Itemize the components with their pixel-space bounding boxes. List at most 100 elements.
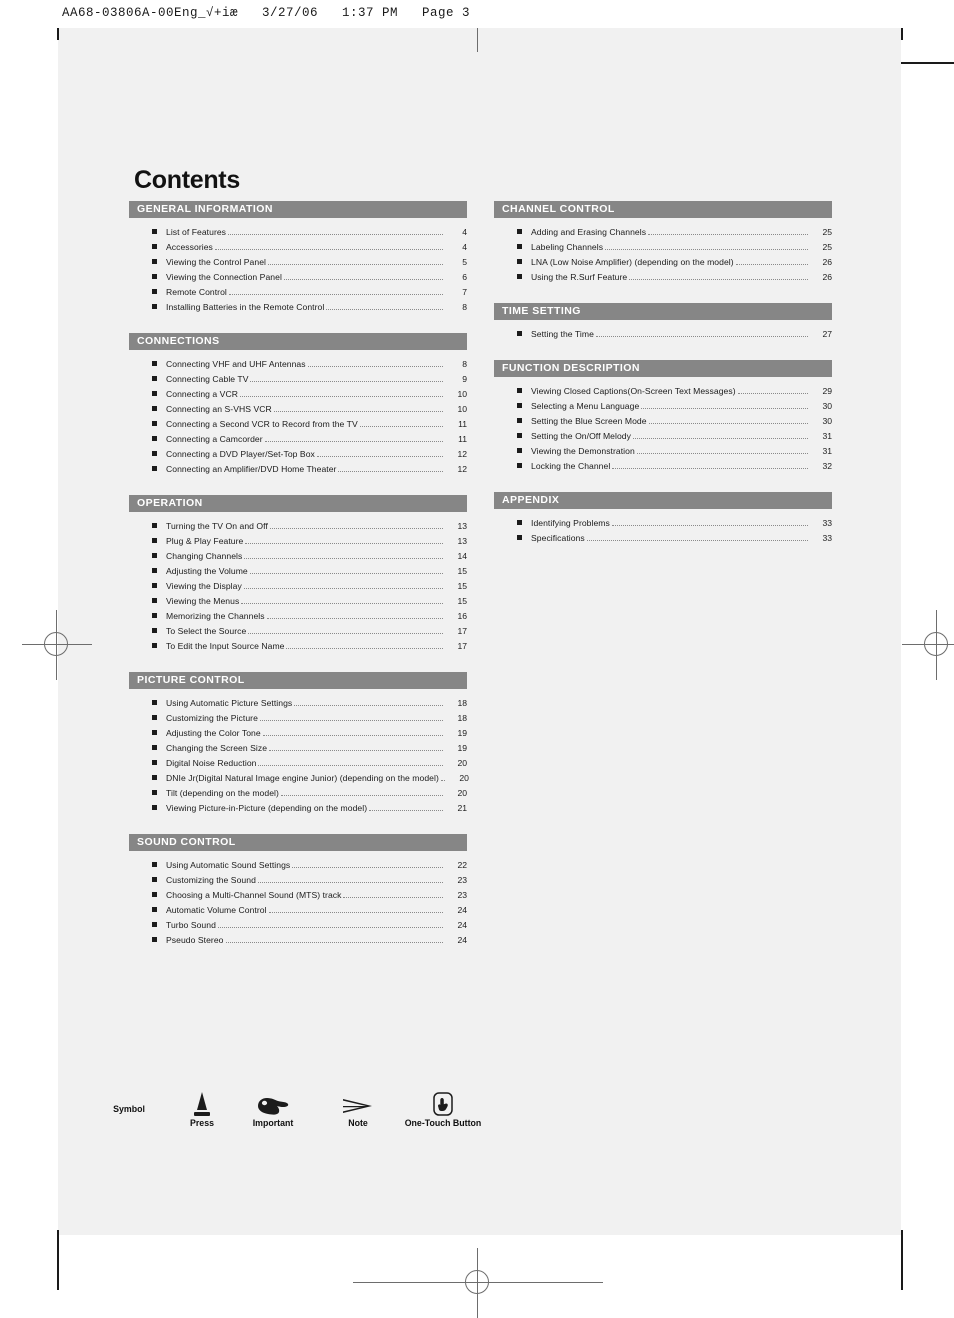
square-bullet-icon xyxy=(152,229,157,234)
toc-entry-label: Connecting a DVD Player/Set-Top Box xyxy=(166,449,315,459)
toc-entry-page-number: 6 xyxy=(462,272,467,282)
toc-entry[interactable]: Connecting a Second VCR to Record from t… xyxy=(129,419,467,434)
toc-entry[interactable]: Specifications 33 xyxy=(494,533,832,548)
toc-entry-page-number: 23 xyxy=(457,890,467,900)
toc-entry[interactable]: List of Features 4 xyxy=(129,227,467,242)
toc-entry-label: Using Automatic Sound Settings xyxy=(166,860,291,870)
toc-entry-label: Adjusting the Volume xyxy=(166,566,248,576)
toc-entry[interactable]: Setting the On/Off Melody 31 xyxy=(494,431,832,446)
dot-leader xyxy=(269,749,443,751)
toc-entry[interactable]: To Edit the Input Source Name 17 xyxy=(129,641,467,656)
toc-entry[interactable]: LNA (Low Noise Amplifier) (depending on … xyxy=(494,257,832,272)
toc-entry-page-number: 4 xyxy=(462,227,467,237)
toc-entry[interactable]: Viewing the Control Panel 5 xyxy=(129,257,467,272)
toc-entry[interactable]: Viewing Picture-in-Picture (depending on… xyxy=(129,803,467,818)
toc-entry[interactable]: Connecting an S-VHS VCR 10 xyxy=(129,404,467,419)
toc-entry[interactable]: Turbo Sound 24 xyxy=(129,920,467,935)
toc-entry[interactable]: Setting the Time 27 xyxy=(494,329,832,344)
toc-entry[interactable]: Accessories 4 xyxy=(129,242,467,257)
toc-entry-page-number: 19 xyxy=(457,728,467,738)
toc-entry[interactable]: Customizing the Sound 23 xyxy=(129,875,467,890)
square-bullet-icon xyxy=(517,418,522,423)
toc-entry[interactable]: Connecting a VCR 10 xyxy=(129,389,467,404)
print-header-strip: AA68-03806A-00Eng_√+iæ 3/27/06 1:37 PM P… xyxy=(0,0,954,28)
toc-entry[interactable]: Choosing a Multi-Channel Sound (MTS) tra… xyxy=(129,890,467,905)
toc-entry[interactable]: Viewing the Menus 15 xyxy=(129,596,467,611)
toc-entry[interactable]: Automatic Volume Control 24 xyxy=(129,905,467,920)
toc-entry-page-number: 29 xyxy=(822,386,832,396)
square-bullet-icon xyxy=(517,388,522,393)
toc-entry[interactable]: Customizing the Picture 18 xyxy=(129,713,467,728)
square-bullet-icon xyxy=(517,463,522,468)
toc-entry[interactable]: Adjusting the Volume 15 xyxy=(129,566,467,581)
toc-entry[interactable]: Installing Batteries in the Remote Contr… xyxy=(129,302,467,317)
toc-entry[interactable]: Viewing Closed Captions(On-Screen Text M… xyxy=(494,386,832,401)
toc-entry[interactable]: Labeling Channels 25 xyxy=(494,242,832,257)
toc-entry[interactable]: Setting the Blue Screen Mode 30 xyxy=(494,416,832,431)
legend-item-important: Important xyxy=(228,1088,318,1129)
toc-entry[interactable]: Changing the Screen Size 19 xyxy=(129,743,467,758)
dot-leader xyxy=(611,524,808,526)
toc-entry[interactable]: Using the R.Surf Feature 26 xyxy=(494,272,832,287)
toc-entry-page-number: 25 xyxy=(822,227,832,237)
toc-entry-page-number: 24 xyxy=(457,935,467,945)
toc-entry-label: Customizing the Sound xyxy=(166,875,256,885)
square-bullet-icon xyxy=(152,523,157,528)
toc-entry[interactable]: Connecting Cable TV 9 xyxy=(129,374,467,389)
toc-entry[interactable]: Connecting an Amplifier/DVD Home Theater… xyxy=(129,464,467,479)
toc-entry-label: Identifying Problems xyxy=(531,518,610,528)
toc-section-entries: Viewing Closed Captions(On-Screen Text M… xyxy=(494,377,832,476)
toc-entry[interactable]: Pseudo Stereo 24 xyxy=(129,935,467,950)
toc-entry-label: Adjusting the Color Tone xyxy=(166,728,261,738)
toc-entry[interactable]: Connecting a DVD Player/Set-Top Box 12 xyxy=(129,449,467,464)
toc-entry[interactable]: Using Automatic Picture Settings 18 xyxy=(129,698,467,713)
dot-leader xyxy=(343,896,443,898)
dot-leader xyxy=(267,263,443,265)
toc-section-entries: Turning the TV On and Off 13 Plug & Play F… xyxy=(129,512,467,656)
pointing-hand-icon xyxy=(228,1088,318,1118)
toc-entry-page-number: 11 xyxy=(458,419,467,429)
toc-entry[interactable]: Turning the TV On and Off 13 xyxy=(129,521,467,536)
crop-mark-bottom-right-v xyxy=(901,1230,903,1290)
toc-section-heading: FUNCTION DESCRIPTION xyxy=(494,360,832,377)
toc-entry-page-number: 9 xyxy=(462,374,467,384)
toc-entry[interactable]: Selecting a Menu Language 30 xyxy=(494,401,832,416)
toc-entry[interactable]: Adding and Erasing Channels 25 xyxy=(494,227,832,242)
toc-entry-label: Pseudo Stereo xyxy=(166,935,224,945)
toc-entry-label: Changing the Screen Size xyxy=(166,743,268,753)
toc-section-entries: Using Automatic Picture Settings 18 Custom… xyxy=(129,689,469,818)
toc-entry[interactable]: Changing Channels 14 xyxy=(129,551,467,566)
toc-entry-label: Turning the TV On and Off xyxy=(166,521,268,531)
toc-section-heading: APPENDIX xyxy=(494,492,832,509)
toc-entry[interactable]: Identifying Problems 33 xyxy=(494,518,832,533)
toc-section-heading: SOUND CONTROL xyxy=(129,834,467,851)
toc-entry[interactable]: Digital Noise Reduction 20 xyxy=(129,758,467,773)
toc-entry-label: Connecting an S-VHS VCR xyxy=(166,404,272,414)
toc-entry[interactable]: Locking the Channel 32 xyxy=(494,461,832,476)
toc-entry[interactable]: Memorizing the Channels 16 xyxy=(129,611,467,626)
toc-entry[interactable]: Adjusting the Color Tone 19 xyxy=(129,728,467,743)
toc-entry[interactable]: Plug & Play Feature 13 xyxy=(129,536,467,551)
toc-entry[interactable]: Viewing the Demonstration 31 xyxy=(494,446,832,461)
dot-leader xyxy=(258,764,443,766)
square-bullet-icon xyxy=(152,922,157,927)
toc-entry[interactable]: Tilt (depending on the model) 20 xyxy=(129,788,467,803)
toc-entry[interactable]: To Select the Source 17 xyxy=(129,626,467,641)
toc-entry-label: Locking the Channel xyxy=(531,461,611,471)
square-bullet-icon xyxy=(152,538,157,543)
toc-entry-page-number: 26 xyxy=(822,272,832,282)
toc-entry[interactable]: Viewing the Connection Panel 6 xyxy=(129,272,467,287)
toc-entry[interactable]: Using Automatic Sound Settings 22 xyxy=(129,860,467,875)
toc-entry[interactable]: Connecting a Camcorder 11 xyxy=(129,434,467,449)
toc-entry-page-number: 30 xyxy=(822,401,832,411)
toc-entry-page-number: 17 xyxy=(457,641,467,651)
toc-entry[interactable]: Remote Control 7 xyxy=(129,287,467,302)
dot-leader xyxy=(294,704,443,706)
square-bullet-icon xyxy=(152,376,157,381)
toc-entry[interactable]: Viewing the Display 15 xyxy=(129,581,467,596)
toc-entry[interactable]: Connecting VHF and UHF Antennas 8 xyxy=(129,359,467,374)
toc-entry[interactable]: DNIe Jr(Digital Natural Image engine Jun… xyxy=(129,773,469,788)
legend-label-note: Note xyxy=(348,1118,368,1128)
toc-entry-label: Connecting an Amplifier/DVD Home Theater xyxy=(166,464,337,474)
square-bullet-icon xyxy=(152,877,157,882)
